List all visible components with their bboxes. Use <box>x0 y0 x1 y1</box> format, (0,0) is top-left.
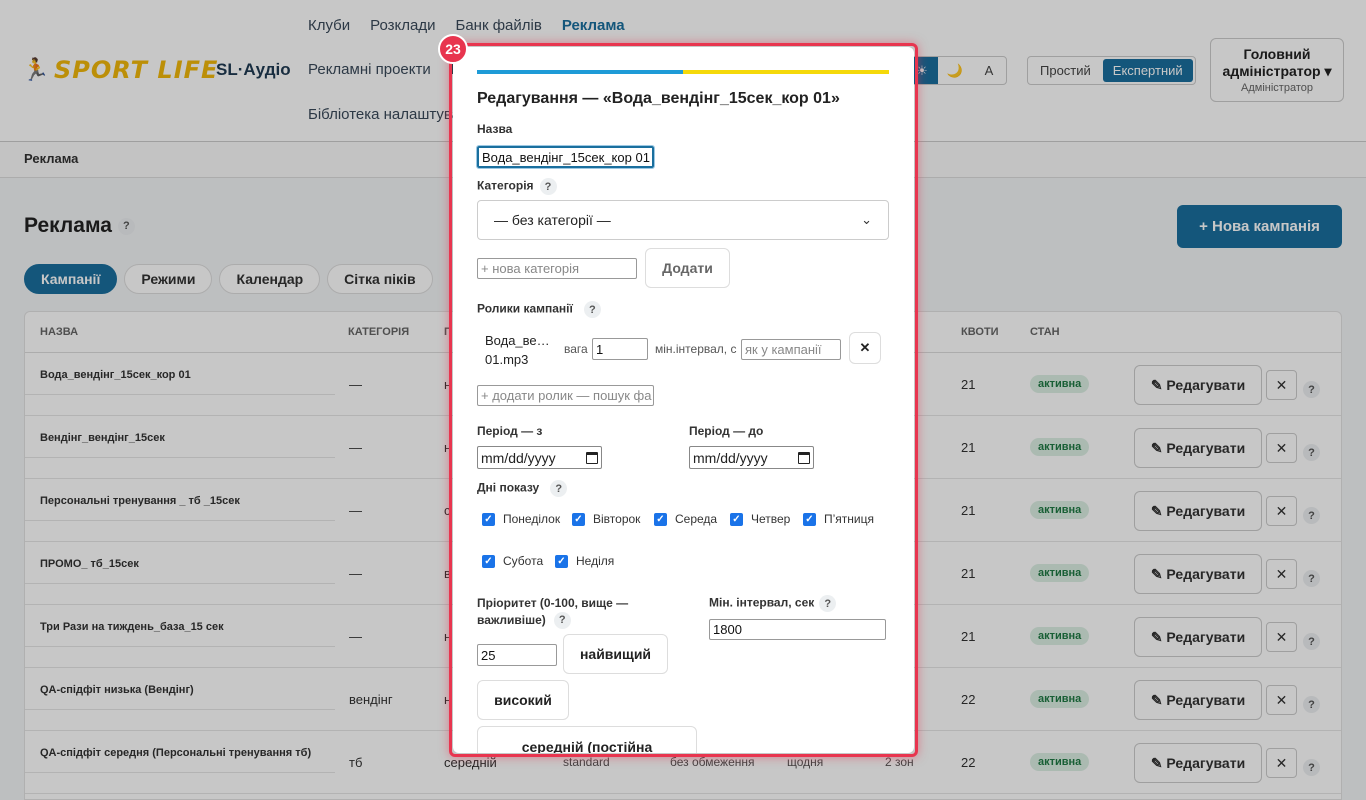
checkbox-checked-icon: ✓ <box>482 512 495 526</box>
checkbox-checked-icon: ✓ <box>572 512 585 526</box>
checkbox-checked-icon: ✓ <box>730 512 743 526</box>
period-from-value: mm/dd/yyyy <box>481 449 556 466</box>
day-thursday-checkbox[interactable]: ✓ Четвер <box>730 512 790 526</box>
clips-label: Ролики кампанії? <box>477 301 601 318</box>
dialog-title: Редагування — «Вода_вендінг_15сек_кор 01… <box>477 90 840 107</box>
day-label: Неділя <box>576 554 615 568</box>
clip-interval-label: мін.інтервал, с <box>655 342 737 356</box>
day-sunday-checkbox[interactable]: ✓ Неділя <box>555 554 614 568</box>
clip-interval-input[interactable]: як у кампанії <box>741 339 841 360</box>
day-monday-checkbox[interactable]: ✓ Понеділок <box>482 512 560 526</box>
day-label: П’ятниця <box>824 512 874 526</box>
day-friday-checkbox[interactable]: ✓ П’ятниця <box>803 512 874 526</box>
min-interval-input[interactable]: 1800 <box>709 619 886 640</box>
add-category-button[interactable]: Додати <box>645 248 730 288</box>
flag-bar <box>477 70 889 74</box>
help-icon[interactable]: ? <box>819 595 837 612</box>
day-tuesday-checkbox[interactable]: ✓ Вівторок <box>572 512 640 526</box>
help-icon[interactable]: ? <box>583 301 601 318</box>
priority-high-button[interactable]: високий <box>477 680 569 720</box>
day-label: Субота <box>503 554 544 568</box>
period-from-input[interactable]: mm/dd/yyyy <box>477 446 602 469</box>
chevron-down-icon: ⌄ <box>861 212 872 227</box>
calendar-icon[interactable] <box>586 451 598 464</box>
category-select[interactable]: — без категорії — ⌄ <box>477 200 889 240</box>
help-icon[interactable]: ? <box>539 178 557 195</box>
day-saturday-checkbox[interactable]: ✓ Субота <box>482 554 543 568</box>
checkbox-checked-icon: ✓ <box>803 512 816 526</box>
checkbox-checked-icon: ✓ <box>555 554 568 568</box>
days-label-text: Дні показу <box>477 480 540 495</box>
day-wednesday-checkbox[interactable]: ✓ Середа <box>654 512 717 526</box>
priority-label: Пріоритет (0-100, вище — важливіше)? <box>477 595 657 630</box>
name-input[interactable]: Вода_вендінг_15сек_кор 01 <box>476 145 655 169</box>
category-select-value: — без категорії — <box>494 212 611 228</box>
period-from-label: Період — з <box>477 424 543 438</box>
period-to-input[interactable]: mm/dd/yyyy <box>689 446 814 469</box>
priority-highest-button[interactable]: найвищий <box>563 634 668 674</box>
calendar-icon[interactable] <box>798 451 810 464</box>
priority-label-line1: Пріоритет (0-100, вище — <box>477 596 629 610</box>
help-icon[interactable]: ? <box>550 480 568 497</box>
clip-name-line1: Вода_ве… <box>485 333 550 348</box>
day-label: Понеділок <box>503 512 561 526</box>
day-label: Середа <box>675 512 718 526</box>
category-label: Категорія? <box>477 178 557 195</box>
priority-label-line2: важливіше)? <box>477 612 657 630</box>
min-interval-label-text: Мін. інтервал, сек <box>709 595 815 610</box>
remove-clip-button[interactable]: ✕ <box>849 332 881 364</box>
add-clip-search-input[interactable]: + додати ролик — пошук фа <box>477 385 654 406</box>
period-to-label: Період — до <box>689 424 764 438</box>
clip-name: Вода_ве… 01.mp3 <box>485 331 550 369</box>
checkbox-checked-icon: ✓ <box>482 554 495 568</box>
weight-input[interactable]: 1 <box>592 338 648 360</box>
clips-label-text: Ролики кампанії <box>477 301 573 316</box>
checkbox-checked-icon: ✓ <box>654 512 667 526</box>
edit-campaign-dialog: Редагування — «Вода_вендінг_15сек_кор 01… <box>453 47 914 753</box>
step-badge: 23 <box>438 34 468 64</box>
help-icon[interactable]: ? <box>553 612 571 630</box>
weight-label: вага <box>564 342 588 356</box>
period-to-value: mm/dd/yyyy <box>693 449 768 466</box>
category-label-text: Категорія <box>477 178 534 193</box>
day-label: Вівторок <box>593 512 641 526</box>
day-label: Четвер <box>751 512 791 526</box>
clip-name-line2: 01.mp3 <box>485 352 529 367</box>
days-label: Дні показу? <box>477 480 568 497</box>
priority-input[interactable]: 25 <box>477 644 557 666</box>
new-category-input[interactable]: + нова категорія <box>477 258 637 279</box>
name-label: Назва <box>477 122 513 136</box>
priority-medium-button[interactable]: середній (постійна <box>477 726 697 753</box>
min-interval-label: Мін. інтервал, сек? <box>709 595 837 612</box>
